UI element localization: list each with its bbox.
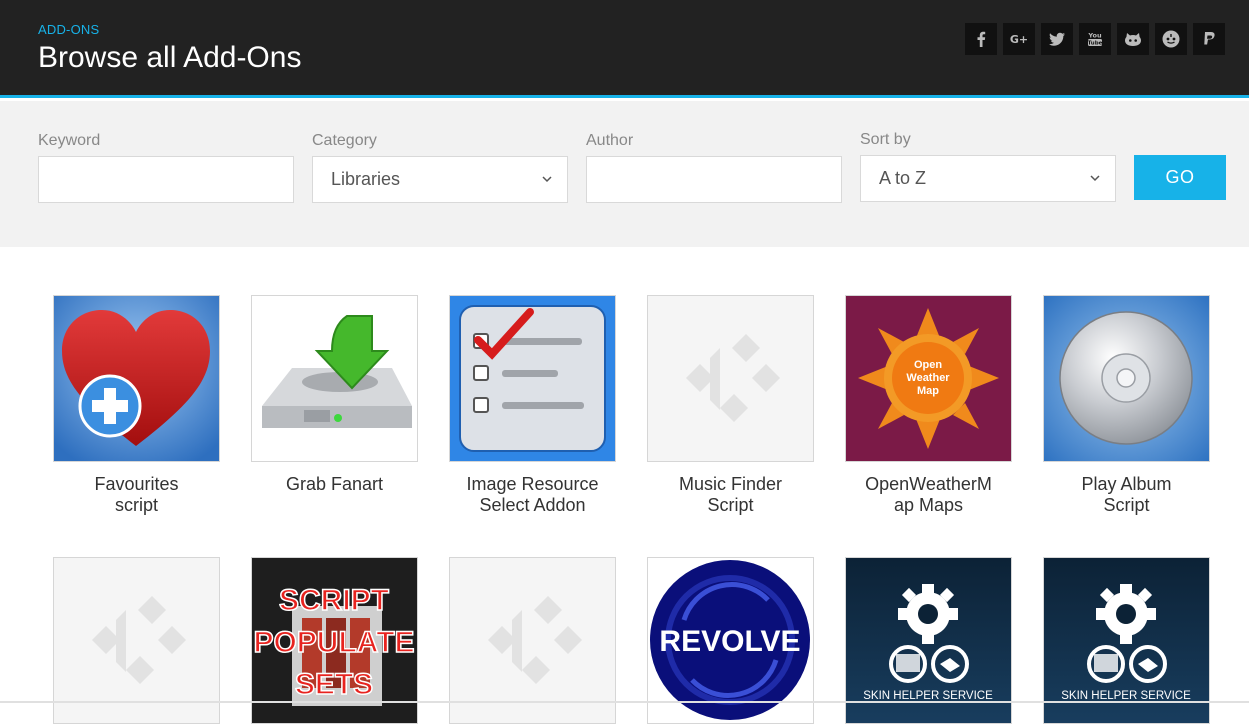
category-value: Libraries xyxy=(331,169,401,189)
author-field: Author xyxy=(586,132,842,203)
sort-field: Sort by A to Z xyxy=(860,131,1116,202)
facebook-button[interactable] xyxy=(965,23,997,55)
addon-card[interactable] xyxy=(449,557,616,724)
page-header: ADD-ONS Browse all Add-Ons G+ You Tube xyxy=(0,0,1249,98)
keyword-input[interactable] xyxy=(38,156,294,203)
addon-card[interactable] xyxy=(53,557,220,724)
addon-thumbnail[interactable] xyxy=(1043,295,1210,462)
addon-name[interactable]: Image Resource Select Addon xyxy=(449,474,616,516)
sort-select[interactable]: A to Z xyxy=(860,155,1116,202)
addon-card[interactable]: Grab Fanart xyxy=(251,295,418,495)
social-links: G+ You Tube xyxy=(965,23,1225,55)
svg-text:G+: G+ xyxy=(1010,33,1028,46)
revolve-icon: REVOLVE xyxy=(648,558,813,723)
addon-name[interactable]: Grab Fanart xyxy=(251,474,418,495)
facebook-icon xyxy=(977,31,986,47)
addon-name[interactable]: Favourites script xyxy=(53,474,220,516)
paypal-icon xyxy=(1204,32,1215,45)
addon-card[interactable]: Image Resource Select Addon xyxy=(449,295,616,516)
addon-card[interactable]: SKIN HELPER SERVICE xyxy=(845,557,1012,724)
go-button[interactable]: GO xyxy=(1134,155,1226,200)
addon-card[interactable]: Play Album Script xyxy=(1043,295,1210,516)
skin-helper-icon: SKIN HELPER SERVICE xyxy=(846,558,1011,723)
keyword-field: Keyword xyxy=(38,132,294,203)
category-label: Category xyxy=(312,132,377,149)
keyword-label: Keyword xyxy=(38,132,101,149)
google-plus-button[interactable]: G+ xyxy=(1003,23,1035,55)
author-label: Author xyxy=(586,132,634,149)
page-title: Browse all Add-Ons xyxy=(38,41,302,74)
addon-thumbnail[interactable] xyxy=(449,557,616,724)
addon-card[interactable]: REVOLVE xyxy=(647,557,814,724)
addon-thumbnail[interactable]: Open Weather Map xyxy=(845,295,1012,462)
author-input[interactable] xyxy=(586,156,842,203)
reddit-icon xyxy=(1162,30,1180,48)
category-select[interactable]: Libraries xyxy=(312,156,568,203)
addon-thumbnail[interactable] xyxy=(53,295,220,462)
sun-badge-line: Open xyxy=(914,359,942,371)
addon-name[interactable]: Music Finder Script xyxy=(647,474,814,516)
youtube-icon: YouTube xyxy=(1087,32,1103,47)
reddit-button[interactable] xyxy=(1155,23,1187,55)
addon-card[interactable]: Music Finder Script xyxy=(647,295,814,516)
svg-text:You: You xyxy=(1087,32,1102,40)
addon-name[interactable]: Play Album Script xyxy=(1043,474,1210,516)
addon-card[interactable]: Open Weather Map OpenWeatherM ap Maps xyxy=(845,295,1012,516)
twitter-button[interactable] xyxy=(1041,23,1073,55)
sort-value: A to Z xyxy=(879,168,927,188)
addon-thumbnail[interactable]: SKIN HELPER SERVICE xyxy=(845,557,1012,724)
script-populate-sets-icon: SCRIPT POPULATE SETS xyxy=(252,558,417,723)
filter-bar: Keyword Category Libraries Author Sort b… xyxy=(0,101,1249,247)
addon-thumbnail[interactable] xyxy=(449,295,616,462)
cd-icon xyxy=(1044,296,1209,461)
kodi-placeholder-icon xyxy=(648,296,813,461)
badge-line: SCRIPT xyxy=(279,584,389,617)
category-field: Category Libraries xyxy=(312,132,568,203)
svg-text:Tube: Tube xyxy=(1088,41,1103,47)
addon-thumbnail[interactable]: SKIN HELPER SERVICE xyxy=(1043,557,1210,724)
kodi-placeholder-icon xyxy=(450,558,615,723)
hdd-download-icon xyxy=(252,296,417,461)
addon-thumbnail[interactable]: REVOLVE xyxy=(647,557,814,724)
section-label[interactable]: ADD-ONS xyxy=(38,22,99,37)
badge-line: POPULATE xyxy=(253,626,414,659)
kodi-placeholder-icon xyxy=(54,558,219,723)
addon-card[interactable]: SKIN HELPER SERVICE xyxy=(1043,557,1210,724)
sun-icon: Open Weather Map xyxy=(846,296,1011,461)
heart-plus-icon xyxy=(54,296,219,461)
revolve-label: REVOLVE xyxy=(659,625,800,658)
chevron-down-icon xyxy=(542,176,552,183)
badge-line: SETS xyxy=(295,668,373,701)
sort-label: Sort by xyxy=(860,131,911,148)
skin-helper-icon: SKIN HELPER SERVICE xyxy=(1044,558,1209,723)
addon-card[interactable]: SCRIPT POPULATE SETS xyxy=(251,557,418,724)
paypal-button[interactable] xyxy=(1193,23,1225,55)
youtube-button[interactable]: You Tube xyxy=(1079,23,1111,55)
addon-thumbnail[interactable] xyxy=(647,295,814,462)
addon-thumbnail[interactable] xyxy=(251,295,418,462)
github-icon xyxy=(1125,33,1141,46)
addon-card[interactable]: Favourites script xyxy=(53,295,220,516)
github-button[interactable] xyxy=(1117,23,1149,55)
addon-thumbnail[interactable] xyxy=(53,557,220,724)
twitter-icon xyxy=(1049,32,1065,46)
sun-badge-line: Map xyxy=(917,385,939,397)
addon-name[interactable]: OpenWeatherM ap Maps xyxy=(845,474,1012,516)
addon-thumbnail[interactable]: SCRIPT POPULATE SETS xyxy=(251,557,418,724)
sun-badge-line: Weather xyxy=(906,372,950,384)
chevron-down-icon xyxy=(1090,175,1100,182)
checklist-icon xyxy=(450,296,615,461)
google-plus-icon: G+ xyxy=(1010,33,1028,46)
